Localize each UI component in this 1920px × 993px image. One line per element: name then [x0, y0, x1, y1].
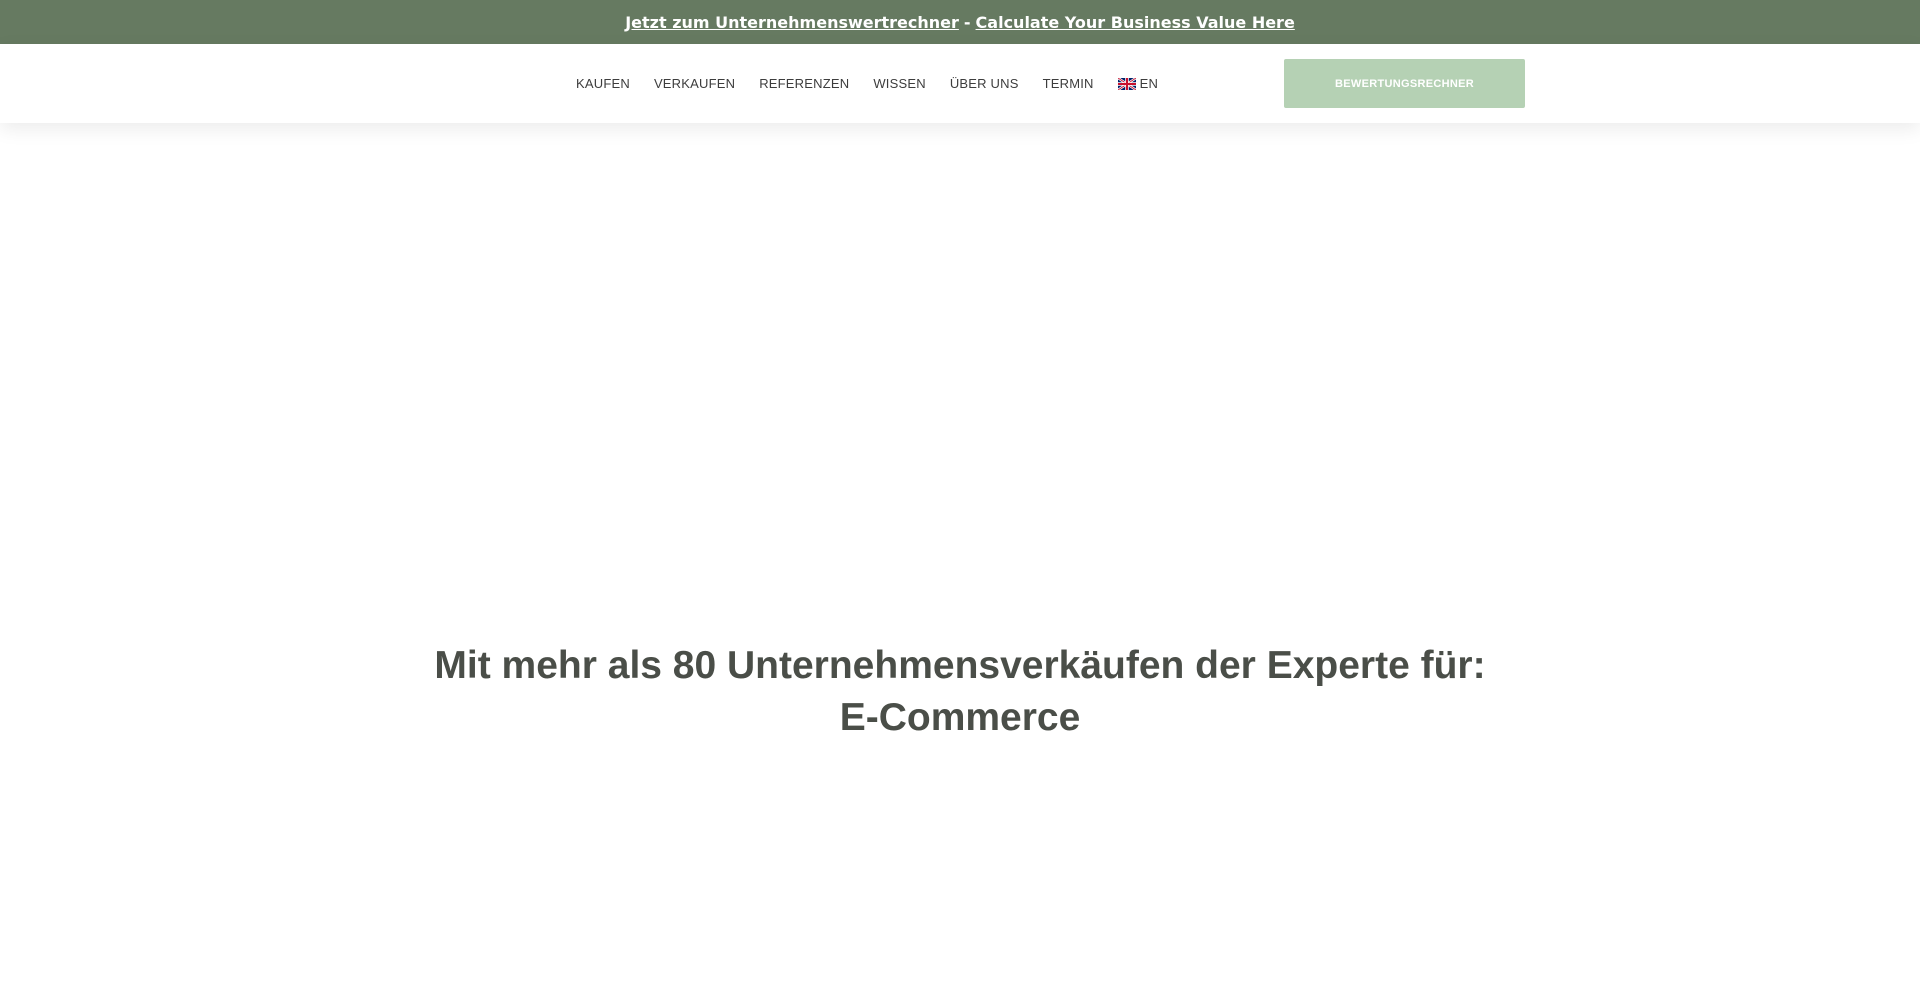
language-switcher[interactable]: EN [1117, 76, 1159, 91]
announcement-separator: - [963, 12, 971, 32]
announcement-bar: Jetzt zum Unternehmenswertrechner - Calc… [0, 0, 1920, 44]
hero-heading-line-2: E-Commerce [839, 696, 1081, 739]
language-label: EN [1139, 76, 1159, 91]
nav-item-termin[interactable]: TERMIN [1043, 76, 1094, 91]
main-navigation: KAUFEN VERKAUFEN REFERENZEN WISSEN ÜBER … [576, 44, 1182, 123]
valuation-calculator-link-de[interactable]: Jetzt zum Unternehmenswertrechner [625, 13, 959, 32]
nav-item-kaufen[interactable]: KAUFEN [576, 76, 630, 91]
nav-item-verkaufen[interactable]: VERKAUFEN [654, 76, 735, 91]
uk-flag-icon [1117, 77, 1136, 90]
nav-item-wissen[interactable]: WISSEN [873, 76, 925, 91]
site-header: KAUFEN VERKAUFEN REFERENZEN WISSEN ÜBER … [0, 44, 1920, 123]
hero-heading-line-1: Mit mehr als 80 Unternehmensverkäufen de… [434, 644, 1486, 687]
nav-item-ueber-uns[interactable]: ÜBER UNS [950, 76, 1019, 91]
nav-item-referenzen[interactable]: REFERENZEN [759, 76, 849, 91]
valuation-calculator-button[interactable]: BEWERTUNGSRECHNER [1284, 59, 1525, 108]
valuation-calculator-link-en[interactable]: Calculate Your Business Value Here [976, 13, 1295, 32]
hero-heading: Mit mehr als 80 Unternehmensverkäufen de… [360, 640, 1560, 744]
